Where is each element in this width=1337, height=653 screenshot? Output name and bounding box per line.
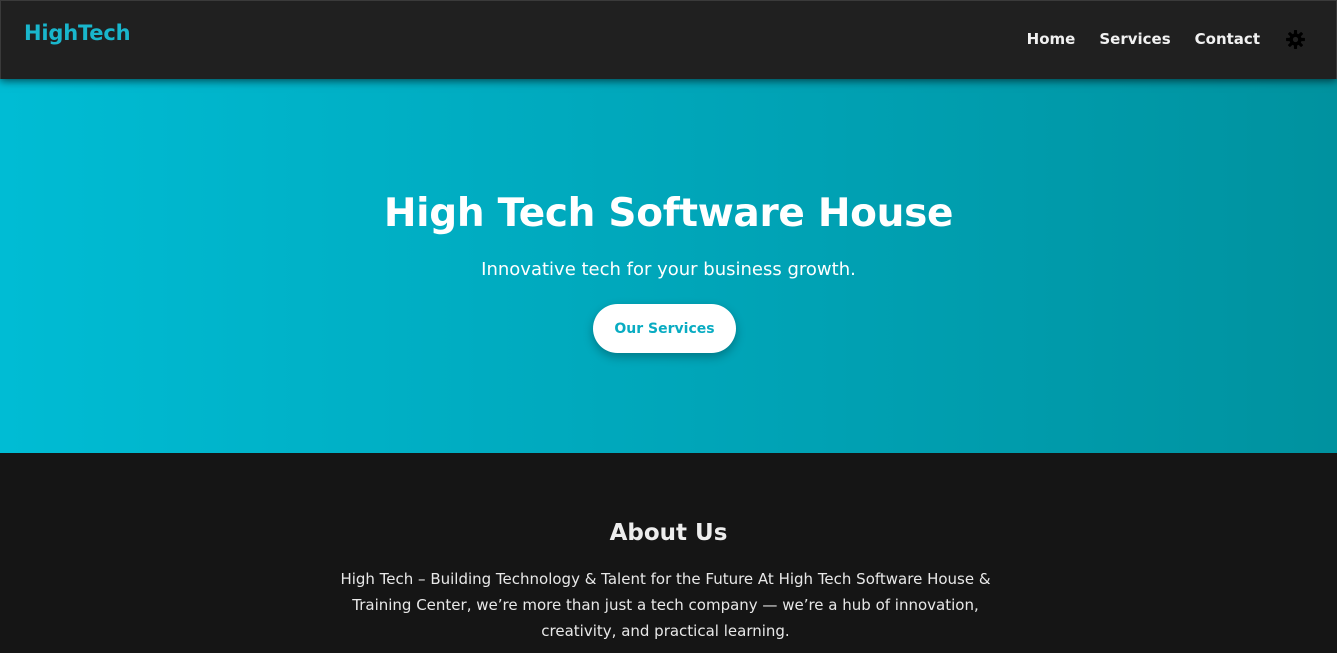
hero-title: High Tech Software House [383, 191, 954, 236]
about-title: About Us [609, 520, 728, 546]
about-text: High Tech – Building Technology & Talent… [340, 570, 991, 640]
nav-contact-link[interactable]: Contact [1195, 30, 1260, 48]
nav-menu: Home Services Contact [1027, 28, 1306, 50]
nav-services-link[interactable]: Services [1099, 30, 1170, 48]
navbar: HighTech Home Services Contact [0, 0, 1337, 79]
gear-icon [1285, 29, 1305, 49]
hero-subtitle: Innovative tech for your business growth… [481, 259, 856, 280]
brand-logo[interactable]: HighTech [24, 21, 131, 45]
nav-home-link[interactable]: Home [1027, 30, 1076, 48]
hero-section: High Tech Software House Innovative tech… [0, 79, 1337, 453]
about-section: About Us High Tech – Building Technology… [0, 453, 1337, 653]
theme-toggle-button[interactable] [1284, 28, 1306, 50]
our-services-button[interactable]: Our Services [593, 304, 736, 353]
